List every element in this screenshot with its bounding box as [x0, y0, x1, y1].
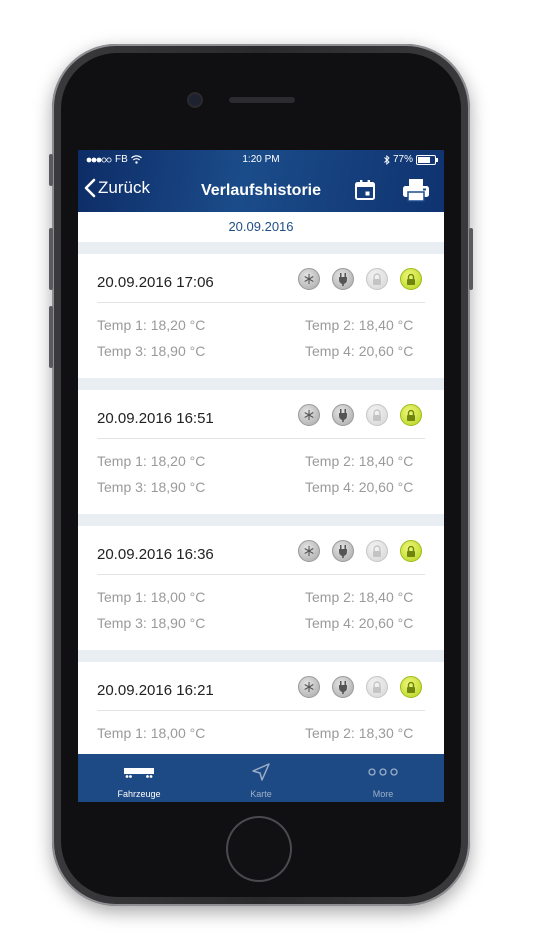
temp-1-value: Temp 1: 18,20 °C: [97, 317, 206, 333]
temp-4-value: Temp 4: 20,60 °C: [305, 479, 414, 495]
lock-open-icon: [366, 676, 388, 698]
history-entry[interactable]: 20.09.2016 16:51 Temp 1: 18,20 °C Temp 2: …: [78, 390, 444, 514]
temp-3-value: Temp 3: 18,90 °C: [97, 343, 206, 359]
battery-icon: [416, 154, 438, 165]
temp-1-value: Temp 1: 18,00 °C: [97, 725, 206, 741]
snowflake-icon: [298, 676, 320, 698]
lock-open-icon: [366, 268, 388, 290]
temp-2-value: Temp 2: 18,40 °C: [305, 589, 414, 605]
temp-2-value: Temp 2: 18,40 °C: [305, 317, 414, 333]
entry-status-icons: [298, 404, 422, 426]
entry-timestamp: 20.09.2016 16:21: [97, 682, 214, 699]
app-screen: FB 1:20 PM 77% Zurück Verlaufshistorie 2…: [78, 150, 444, 802]
tab-karte[interactable]: Karte: [200, 754, 322, 802]
battery-level: [418, 156, 430, 163]
status-right: 77%: [384, 154, 438, 165]
temp-3-value: Temp 3: 18,90 °C: [97, 615, 206, 631]
tab-more-label: More: [372, 789, 394, 799]
entry-divider: [97, 574, 425, 575]
temp-1-value: Temp 1: 18,20 °C: [97, 453, 206, 469]
calendar-icon: [355, 180, 375, 200]
snowflake-icon: [298, 268, 320, 290]
temp-3-value: Temp 3: 18,90 °C: [97, 479, 206, 495]
date-header: 20.09.2016: [78, 212, 444, 242]
print-button[interactable]: [401, 177, 431, 203]
status-bar: FB 1:20 PM 77%: [78, 150, 444, 170]
entry-status-icons: [298, 268, 422, 290]
temp-4-value: Temp 4: 20,60 °C: [305, 615, 414, 631]
front-camera: [189, 94, 201, 106]
entry-divider: [97, 710, 425, 711]
volume-down-button: [49, 306, 53, 368]
mute-switch: [49, 154, 53, 186]
lock-open-icon: [366, 404, 388, 426]
bluetooth-icon: [384, 154, 390, 165]
history-list: 20.09.2016 17:06 Temp 1: 18,20 °C Temp 2: …: [78, 254, 444, 798]
tab-bar: Fahrzeuge Karte More: [78, 754, 444, 802]
temp-2-value: Temp 2: 18,30 °C: [305, 725, 414, 741]
power-button: [469, 228, 473, 290]
temp-2-value: Temp 2: 18,40 °C: [305, 453, 414, 469]
entry-divider: [97, 302, 425, 303]
entry-timestamp: 20.09.2016 17:06: [97, 274, 214, 291]
lock-open-icon: [366, 540, 388, 562]
battery-percentage: 77%: [392, 154, 413, 165]
snowflake-icon: [298, 404, 320, 426]
tab-fahrzeuge-label: Fahrzeuge: [117, 789, 161, 799]
entry-status-icons: [298, 540, 422, 562]
lock-closed-icon: [400, 676, 422, 698]
earpiece-speaker: [229, 97, 295, 103]
plug-icon: [332, 676, 354, 698]
entry-timestamp: 20.09.2016 16:36: [97, 546, 214, 563]
app-header: FB 1:20 PM 77% Zurück Verlaufshistorie: [78, 150, 444, 212]
history-entry[interactable]: 20.09.2016 17:06 Temp 1: 18,20 °C Temp 2: …: [78, 254, 444, 378]
more-dots-icon: [368, 768, 398, 776]
history-entry[interactable]: 20.09.2016 16:36 Temp 1: 18,00 °C Temp 2: …: [78, 526, 444, 650]
truck-icon: [124, 768, 154, 778]
temp-1-value: Temp 1: 18,00 °C: [97, 589, 206, 605]
printer-icon: [403, 179, 429, 202]
entry-status-icons: [298, 676, 422, 698]
volume-up-button: [49, 228, 53, 290]
lock-closed-icon: [400, 540, 422, 562]
lock-closed-icon: [400, 268, 422, 290]
entry-divider: [97, 438, 425, 439]
plug-icon: [332, 540, 354, 562]
temp-4-value: Temp 4: 20,60 °C: [305, 343, 414, 359]
plug-icon: [332, 404, 354, 426]
plug-icon: [332, 268, 354, 290]
entry-timestamp: 20.09.2016 16:51: [97, 410, 214, 427]
tab-fahrzeuge[interactable]: Fahrzeuge: [78, 754, 200, 802]
snowflake-icon: [298, 540, 320, 562]
navigation-arrow-icon: [252, 763, 270, 781]
tab-karte-label: Karte: [250, 789, 272, 799]
page-title: Verlaufshistorie: [200, 182, 322, 199]
tab-more[interactable]: More: [322, 754, 444, 802]
lock-closed-icon: [400, 404, 422, 426]
calendar-button[interactable]: [353, 178, 377, 202]
home-button[interactable]: [228, 818, 290, 880]
